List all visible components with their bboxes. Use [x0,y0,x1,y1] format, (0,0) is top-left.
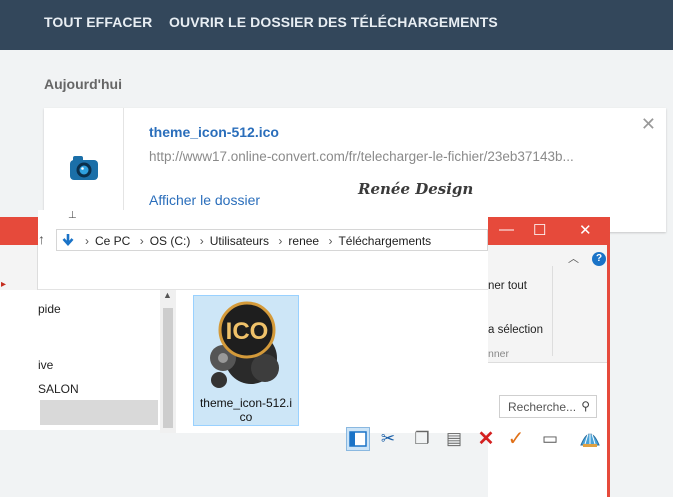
help-icon[interactable]: ? [592,252,606,266]
search-placeholder: Recherche... [508,400,577,414]
paste-icon[interactable]: ▤ [442,427,466,451]
breadcrumb-item[interactable]: OS (C:) [150,234,191,248]
up-arrow-icon[interactable]: ↑ [38,231,45,247]
breadcrumb-item[interactable]: Utilisateurs [210,234,269,248]
breadcrumb-separator: › [278,234,283,248]
download-filename-link[interactable]: theme_icon-512.ico [149,124,279,140]
search-input[interactable]: Recherche... ⚲ [499,395,597,418]
maximize-button[interactable]: ☐ [533,221,546,239]
search-icon[interactable]: ⚲ [581,399,590,413]
nav-item-salon[interactable]: SALON [38,382,79,396]
breadcrumb-separator: › [328,234,333,248]
delete-icon[interactable]: ✕ [474,427,498,451]
ico-icon-text: ICO [226,318,269,345]
nav-item-quick-access[interactable]: pide [38,302,61,316]
close-icon[interactable]: ✕ [641,114,656,135]
pin-arrow-icon: ▸ [1,279,7,290]
date-group-heading: Aujourd'hui [44,76,122,92]
preview-pane-icon[interactable] [346,427,370,451]
ribbon-right: ︿ ? ner tout a sélection nner [488,245,607,363]
nav-scrollbar[interactable]: ▲ [160,290,176,433]
ribbon-group-label: nner [488,348,510,360]
breadcrumb-separator: › [139,234,144,248]
close-window-button[interactable]: ✕ [579,221,592,239]
downloads-arrow-icon [62,234,74,246]
window-border [607,245,610,497]
download-source-url[interactable]: http://www17.online-convert.com/fr/telec… [149,149,629,164]
open-downloads-folder-button[interactable]: OUVRIR LE DOSSIER DES TÉLÉCHARGEMENTS [169,14,498,30]
checkmark-icon[interactable]: ✓ [504,427,528,451]
copy-icon[interactable]: ❐ [410,427,434,451]
file-name-label: theme_icon-512.i co [199,396,293,424]
minimize-button[interactable]: — [499,221,514,238]
breadcrumb-item[interactable]: renee [288,234,319,248]
shell-icon[interactable] [578,427,602,451]
address-bar[interactable]: › Ce PC › OS (C:) › Utilisateurs › renee › Té… [56,229,488,251]
breadcrumb-separator: › [85,234,89,248]
scrollbar-thumb[interactable] [163,308,173,428]
properties-icon[interactable]: ▭ [538,427,562,451]
bottom-toolbar: ✂ ❐ ▤ ✕ ✓ ▭ [340,427,610,453]
scroll-up-icon[interactable]: ▲ [163,290,172,300]
ribbon-divider [552,266,553,356]
camera-icon [70,156,98,180]
file-item[interactable]: ICO theme_icon-512.i co [193,295,299,426]
nav-item-drive[interactable]: ive [38,358,53,372]
cut-icon[interactable]: ✂ [376,427,400,451]
ico-file-icon: ICO [210,301,279,388]
select-all-button[interactable]: ner tout [488,280,527,292]
nav-selected-item[interactable] [40,400,158,425]
clear-all-button[interactable]: TOUT EFFACER [44,14,152,30]
path-marker: ⊥ [68,210,77,221]
chevron-up-icon[interactable]: ︿ [568,250,579,266]
breadcrumb-item[interactable]: Téléchargements [338,234,431,248]
renee-design-watermark: Renée Design [358,180,474,198]
show-in-folder-link[interactable]: Afficher le dossier [149,192,260,208]
address-bar-region: ⊥ ↑ › Ce PC › OS (C:) › Utilisateurs › renee… [38,210,488,290]
breadcrumb-item[interactable]: Ce PC [95,234,130,248]
breadcrumb-separator: › [199,234,204,248]
invert-selection-button[interactable]: a sélection [488,324,543,336]
downloads-toolbar: TOUT EFFACER OUVRIR LE DOSSIER DES TÉLÉC… [0,0,673,50]
